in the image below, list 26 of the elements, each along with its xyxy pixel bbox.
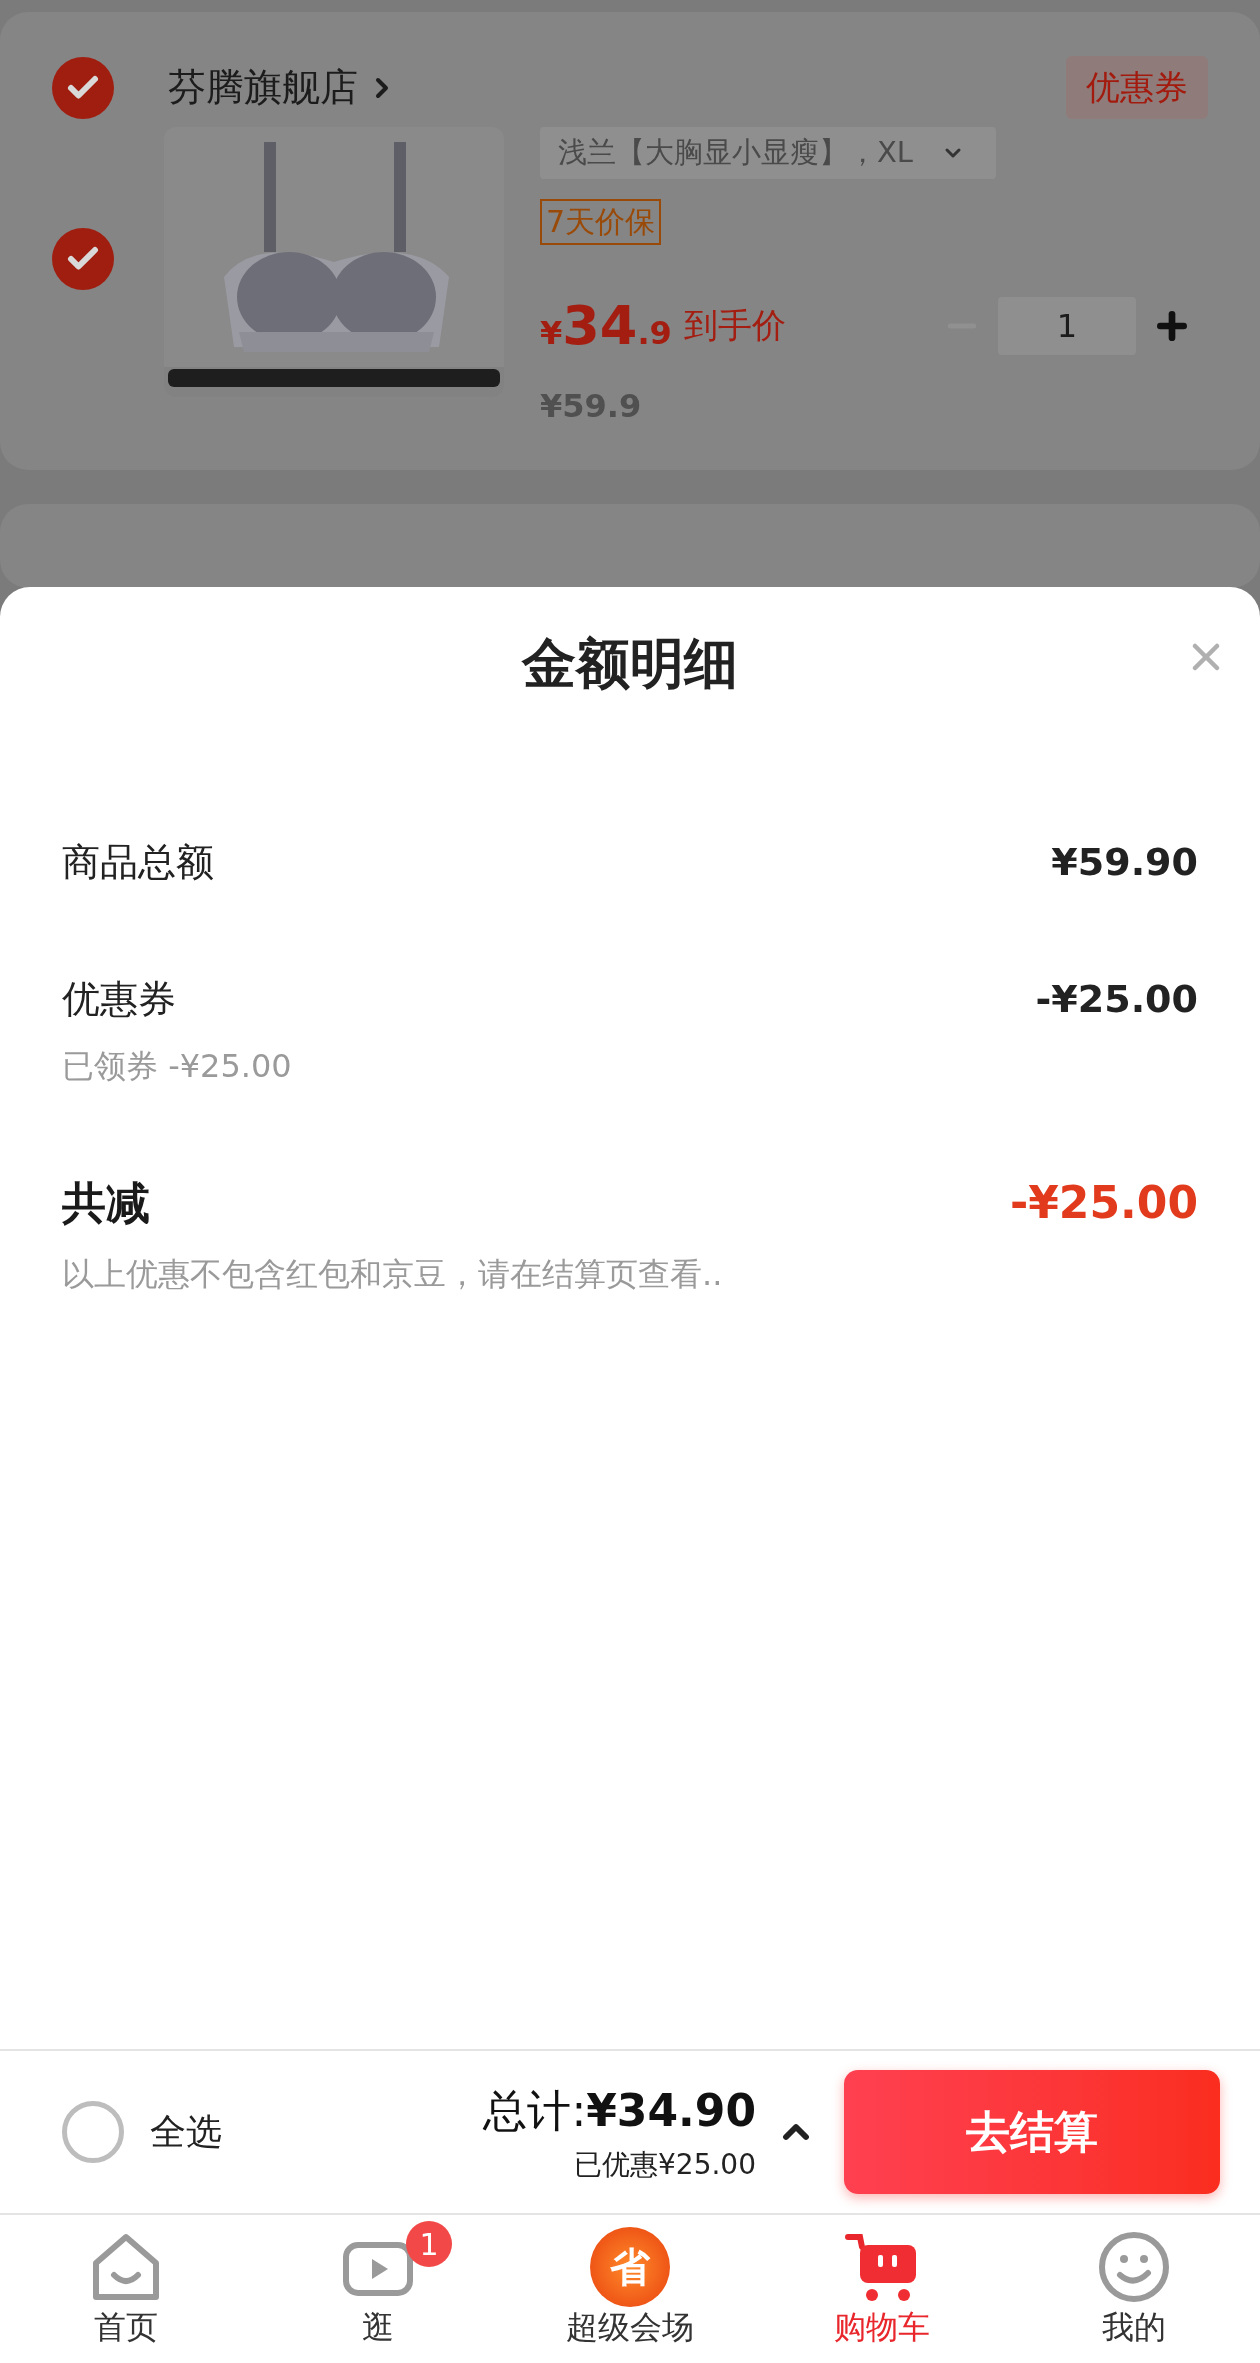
store-name[interactable]: 芬腾旗舰店 (168, 59, 358, 116)
tab[interactable]: 省 超级会场 (504, 2215, 756, 2363)
price-protection-tag: 7天价保 (540, 199, 662, 245)
saved-amount: 已优惠¥25.00 (574, 2147, 756, 2183)
final-price: ¥34.9 (540, 293, 672, 359)
quantity-field[interactable]: 1 (998, 296, 1136, 355)
row-label: 共减 (62, 1176, 150, 1230)
tab[interactable]: 1 逛 (252, 2215, 504, 2363)
total-amount: 总计:¥34.90 (483, 2084, 756, 2138)
select-all-label[interactable]: 全选 (150, 2105, 222, 2159)
tab[interactable]: 首页 (0, 2215, 252, 2363)
sheet-title: 金额明细 (522, 631, 738, 697)
row-label: 优惠券 (62, 976, 176, 1023)
row-amount: ¥59.90 (1051, 839, 1198, 886)
discount-note: 以上优惠不包含红包和京豆，请在结算页查看.. (62, 1254, 724, 1295)
sale-icon: 省 (590, 2227, 670, 2307)
notification-badge: 1 (406, 2221, 452, 2267)
tab[interactable]: 我的 (1008, 2215, 1260, 2363)
row-label: 商品总额 (62, 839, 214, 886)
row-amount: -¥25.00 (1009, 1176, 1198, 1230)
price-label: 到手价 (683, 304, 786, 347)
coupon-detail: 已领券 -¥25.00 (62, 1046, 293, 1087)
checkout-button[interactable]: 去结算 (844, 2070, 1220, 2194)
row-amount: -¥25.00 (1035, 976, 1198, 1023)
tab[interactable]: 购物车 (756, 2215, 1008, 2363)
variant-dropdown[interactable]: 浅兰【大胸显小显瘦】，XL (540, 127, 996, 179)
